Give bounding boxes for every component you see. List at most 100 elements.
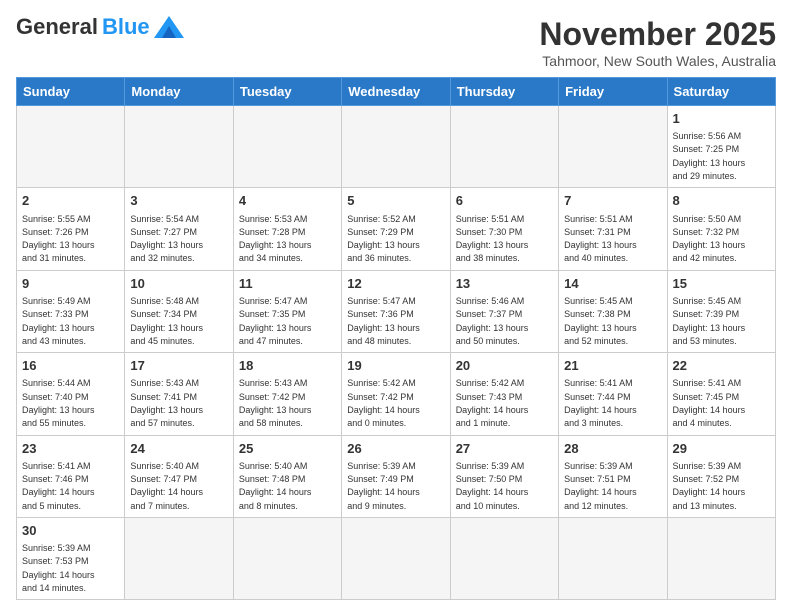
calendar-cell: 28Sunrise: 5:39 AM Sunset: 7:51 PM Dayli… [559,435,667,517]
title-block: November 2025 Tahmoor, New South Wales, … [539,16,776,69]
day-info: Sunrise: 5:47 AM Sunset: 7:35 PM Dayligh… [239,296,312,346]
day-number: 14 [564,275,661,293]
day-number: 3 [130,192,227,210]
day-number: 1 [673,110,770,128]
calendar-cell: 25 Sunrise: 5:40 AM Sunset: 7:48 PM Dayli… [233,435,341,517]
day-number: 24 [130,440,227,458]
day-info: Sunrise: 5:39 AM Sunset: 7:52 PM Dayligh… [673,461,746,511]
logo: General Blue [16,16,184,38]
calendar-cell: 26 Sunrise: 5:39 AM Sunset: 7:49 PM Dayli… [342,435,450,517]
calendar-cell: 11 Sunrise: 5:47 AM Sunset: 7:35 PM Dayli… [233,270,341,352]
logo-general: General [16,16,98,38]
day-info: Sunrise: 5:54 AM Sunset: 7:27 PM Dayligh… [130,214,203,264]
day-number: 26 [347,440,444,458]
calendar-week-row-5: 23 Sunrise: 5:41 AM Sunset: 7:46 PM Dayli… [17,435,776,517]
day-number: 6 [456,192,553,210]
day-number: 30 [22,522,119,540]
calendar-week-row-4: 16Sunrise: 5:44 AM Sunset: 7:40 PM Dayli… [17,353,776,435]
weekday-header-row: SundayMondayTuesdayWednesdayThursdayFrid… [17,78,776,106]
weekday-header-wednesday: Wednesday [342,78,450,106]
day-number: 4 [239,192,336,210]
day-number: 10 [130,275,227,293]
calendar-cell: 5Sunrise: 5:52 AM Sunset: 7:29 PM Daylig… [342,188,450,270]
day-number: 25 [239,440,336,458]
day-info: Sunrise: 5:41 AM Sunset: 7:44 PM Dayligh… [564,378,637,428]
calendar-cell: 19Sunrise: 5:42 AM Sunset: 7:42 PM Dayli… [342,353,450,435]
weekday-header-monday: Monday [125,78,233,106]
calendar-table: SundayMondayTuesdayWednesdayThursdayFrid… [16,77,776,600]
day-number: 23 [22,440,119,458]
calendar-cell: 20 Sunrise: 5:42 AM Sunset: 7:43 PM Dayli… [450,353,558,435]
day-info: Sunrise: 5:41 AM Sunset: 7:46 PM Dayligh… [22,461,95,511]
day-number: 2 [22,192,119,210]
calendar-cell: 12 Sunrise: 5:47 AM Sunset: 7:36 PM Dayli… [342,270,450,352]
calendar-cell: 15Sunrise: 5:45 AM Sunset: 7:39 PM Dayli… [667,270,775,352]
day-number: 28 [564,440,661,458]
calendar-cell: 21Sunrise: 5:41 AM Sunset: 7:44 PM Dayli… [559,353,667,435]
weekday-header-friday: Friday [559,78,667,106]
day-info: Sunrise: 5:56 AM Sunset: 7:25 PM Dayligh… [673,131,746,181]
calendar-cell: 6 Sunrise: 5:51 AM Sunset: 7:30 PM Daylig… [450,188,558,270]
calendar-cell [17,106,125,188]
calendar-cell [450,517,558,599]
calendar-cell: 27Sunrise: 5:39 AM Sunset: 7:50 PM Dayli… [450,435,558,517]
calendar-cell: 10 Sunrise: 5:48 AM Sunset: 7:34 PM Dayli… [125,270,233,352]
calendar-cell: 17 Sunrise: 5:43 AM Sunset: 7:41 PM Dayli… [125,353,233,435]
calendar-cell [125,106,233,188]
calendar-cell [342,517,450,599]
day-number: 17 [130,357,227,375]
day-number: 22 [673,357,770,375]
day-number: 11 [239,275,336,293]
day-number: 20 [456,357,553,375]
day-info: Sunrise: 5:47 AM Sunset: 7:36 PM Dayligh… [347,296,420,346]
day-info: Sunrise: 5:40 AM Sunset: 7:47 PM Dayligh… [130,461,203,511]
calendar-cell [450,106,558,188]
calendar-cell: 14 Sunrise: 5:45 AM Sunset: 7:38 PM Dayli… [559,270,667,352]
day-info: Sunrise: 5:40 AM Sunset: 7:48 PM Dayligh… [239,461,312,511]
calendar-week-row-6: 30 Sunrise: 5:39 AM Sunset: 7:53 PM Dayli… [17,517,776,599]
calendar-cell [559,106,667,188]
calendar-cell: 23 Sunrise: 5:41 AM Sunset: 7:46 PM Dayli… [17,435,125,517]
weekday-header-saturday: Saturday [667,78,775,106]
weekday-header-thursday: Thursday [450,78,558,106]
day-info: Sunrise: 5:43 AM Sunset: 7:41 PM Dayligh… [130,378,203,428]
day-number: 13 [456,275,553,293]
calendar-cell: 9Sunrise: 5:49 AM Sunset: 7:33 PM Daylig… [17,270,125,352]
day-info: Sunrise: 5:42 AM Sunset: 7:43 PM Dayligh… [456,378,529,428]
calendar-cell [125,517,233,599]
day-info: Sunrise: 5:39 AM Sunset: 7:49 PM Dayligh… [347,461,420,511]
day-info: Sunrise: 5:39 AM Sunset: 7:53 PM Dayligh… [22,543,95,593]
day-number: 9 [22,275,119,293]
day-info: Sunrise: 5:48 AM Sunset: 7:34 PM Dayligh… [130,296,203,346]
day-number: 16 [22,357,119,375]
day-info: Sunrise: 5:52 AM Sunset: 7:29 PM Dayligh… [347,214,420,264]
calendar-cell [233,517,341,599]
day-info: Sunrise: 5:42 AM Sunset: 7:42 PM Dayligh… [347,378,420,428]
calendar-cell: 2Sunrise: 5:55 AM Sunset: 7:26 PM Daylig… [17,188,125,270]
day-info: Sunrise: 5:41 AM Sunset: 7:45 PM Dayligh… [673,378,746,428]
calendar-cell: 13Sunrise: 5:46 AM Sunset: 7:37 PM Dayli… [450,270,558,352]
calendar-cell: 22 Sunrise: 5:41 AM Sunset: 7:45 PM Dayli… [667,353,775,435]
day-info: Sunrise: 5:53 AM Sunset: 7:28 PM Dayligh… [239,214,312,264]
calendar-week-row-1: 1 Sunrise: 5:56 AM Sunset: 7:25 PM Daylig… [17,106,776,188]
weekday-header-tuesday: Tuesday [233,78,341,106]
day-number: 7 [564,192,661,210]
calendar-cell: 29Sunrise: 5:39 AM Sunset: 7:52 PM Dayli… [667,435,775,517]
calendar-cell [559,517,667,599]
calendar-cell: 8Sunrise: 5:50 AM Sunset: 7:32 PM Daylig… [667,188,775,270]
day-info: Sunrise: 5:51 AM Sunset: 7:30 PM Dayligh… [456,214,529,264]
day-info: Sunrise: 5:43 AM Sunset: 7:42 PM Dayligh… [239,378,312,428]
day-info: Sunrise: 5:50 AM Sunset: 7:32 PM Dayligh… [673,214,746,264]
logo-icon [154,16,184,38]
calendar-cell: 1 Sunrise: 5:56 AM Sunset: 7:25 PM Daylig… [667,106,775,188]
day-number: 15 [673,275,770,293]
calendar-cell: 4 Sunrise: 5:53 AM Sunset: 7:28 PM Daylig… [233,188,341,270]
calendar-week-row-2: 2Sunrise: 5:55 AM Sunset: 7:26 PM Daylig… [17,188,776,270]
page-header: General Blue November 2025 Tahmoor, New … [16,16,776,69]
day-info: Sunrise: 5:45 AM Sunset: 7:38 PM Dayligh… [564,296,637,346]
day-number: 12 [347,275,444,293]
calendar-cell [667,517,775,599]
calendar-cell: 3 Sunrise: 5:54 AM Sunset: 7:27 PM Daylig… [125,188,233,270]
day-info: Sunrise: 5:51 AM Sunset: 7:31 PM Dayligh… [564,214,637,264]
calendar-cell: 16Sunrise: 5:44 AM Sunset: 7:40 PM Dayli… [17,353,125,435]
